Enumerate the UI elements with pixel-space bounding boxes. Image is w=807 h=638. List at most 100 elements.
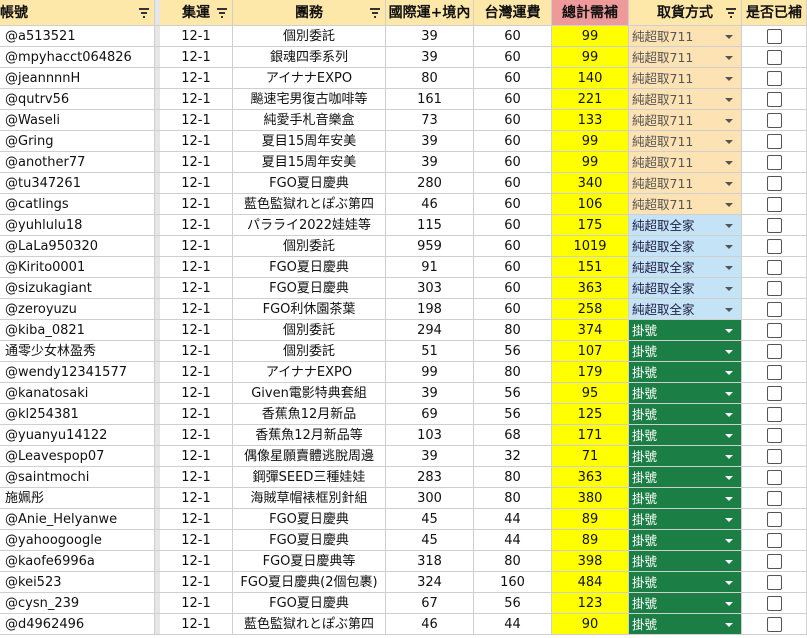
dropdown-arrow-icon[interactable]	[725, 560, 733, 564]
group-cell[interactable]: Given電影特典套組	[233, 383, 386, 404]
intl-fee-cell[interactable]: 303	[386, 278, 474, 299]
account-cell[interactable]: @Gring	[0, 131, 155, 152]
dropdown-arrow-icon[interactable]	[725, 539, 733, 543]
pickup-dropdown[interactable]: 掛號	[629, 551, 742, 572]
pickup-dropdown[interactable]: 純超取711	[629, 26, 742, 47]
total-cell[interactable]: 123	[552, 593, 629, 614]
group-cell[interactable]: 個別委託	[233, 26, 386, 47]
run-cell[interactable]: 12-1	[160, 215, 233, 236]
account-cell[interactable]: @wendy12341577	[0, 362, 155, 383]
intl-fee-cell[interactable]: 73	[386, 110, 474, 131]
tw-fee-cell[interactable]: 60	[474, 299, 552, 320]
done-checkbox[interactable]	[767, 281, 782, 296]
pickup-dropdown[interactable]: 純超取711	[629, 47, 742, 68]
group-cell[interactable]: FGO夏日慶典	[233, 530, 386, 551]
tw-fee-cell[interactable]: 56	[474, 404, 552, 425]
done-checkbox[interactable]	[767, 134, 782, 149]
run-cell[interactable]: 12-1	[160, 131, 233, 152]
group-cell[interactable]: 偶像星願賣體逃脫周邊	[233, 446, 386, 467]
pickup-dropdown[interactable]: 掛號	[629, 488, 742, 509]
pickup-dropdown[interactable]: 純超取全家	[629, 299, 742, 320]
dropdown-arrow-icon[interactable]	[725, 245, 733, 249]
done-checkbox[interactable]	[767, 596, 782, 611]
intl-fee-cell[interactable]: 324	[386, 572, 474, 593]
group-cell[interactable]: アイナナEXPO	[233, 362, 386, 383]
done-checkbox[interactable]	[767, 449, 782, 464]
dropdown-arrow-icon[interactable]	[725, 287, 733, 291]
done-checkbox[interactable]	[767, 29, 782, 44]
account-cell[interactable]: @kanatosaki	[0, 383, 155, 404]
pickup-dropdown[interactable]: 掛號	[629, 320, 742, 341]
run-cell[interactable]: 12-1	[160, 26, 233, 47]
filter-icon[interactable]	[217, 7, 227, 19]
run-cell[interactable]: 12-1	[160, 551, 233, 572]
group-cell[interactable]: 藍色監獄れとぽぶ第四	[233, 614, 386, 635]
group-cell[interactable]: 個別委託	[233, 341, 386, 362]
tw-fee-cell[interactable]: 80	[474, 488, 552, 509]
tw-fee-cell[interactable]: 80	[474, 467, 552, 488]
intl-fee-cell[interactable]: 46	[386, 614, 474, 635]
group-cell[interactable]: アイナナEXPO	[233, 68, 386, 89]
group-cell[interactable]: パラライ2022娃娃等	[233, 215, 386, 236]
total-cell[interactable]: 99	[552, 26, 629, 47]
tw-fee-cell[interactable]: 80	[474, 362, 552, 383]
pickup-dropdown[interactable]: 掛號	[629, 341, 742, 362]
group-cell[interactable]: 個別委託	[233, 236, 386, 257]
dropdown-arrow-icon[interactable]	[725, 161, 733, 165]
run-cell[interactable]: 12-1	[160, 572, 233, 593]
intl-fee-cell[interactable]: 99	[386, 362, 474, 383]
account-cell[interactable]: @yuanyu14122	[0, 425, 155, 446]
pickup-dropdown[interactable]: 純超取全家	[629, 278, 742, 299]
group-cell[interactable]: FGO夏日慶典(2個包裹)	[233, 572, 386, 593]
total-cell[interactable]: 151	[552, 257, 629, 278]
account-cell[interactable]: @a513521	[0, 26, 155, 47]
intl-fee-cell[interactable]: 39	[386, 47, 474, 68]
total-cell[interactable]: 99	[552, 131, 629, 152]
intl-fee-cell[interactable]: 318	[386, 551, 474, 572]
pickup-dropdown[interactable]: 純超取711	[629, 152, 742, 173]
done-checkbox[interactable]	[767, 302, 782, 317]
tw-fee-cell[interactable]: 160	[474, 572, 552, 593]
group-cell[interactable]: 個別委託	[233, 320, 386, 341]
pickup-dropdown[interactable]: 掛號	[629, 404, 742, 425]
total-cell[interactable]: 175	[552, 215, 629, 236]
group-cell[interactable]: 香蕉魚12月新品	[233, 404, 386, 425]
run-cell[interactable]: 12-1	[160, 173, 233, 194]
total-cell[interactable]: 106	[552, 194, 629, 215]
pickup-dropdown[interactable]: 純超取711	[629, 194, 742, 215]
account-cell[interactable]: @saintmochi	[0, 467, 155, 488]
tw-fee-cell[interactable]: 56	[474, 383, 552, 404]
group-cell[interactable]: FGO夏日慶典	[233, 278, 386, 299]
dropdown-arrow-icon[interactable]	[725, 455, 733, 459]
filter-icon[interactable]	[139, 7, 149, 19]
tw-fee-cell[interactable]: 60	[474, 278, 552, 299]
run-cell[interactable]: 12-1	[160, 278, 233, 299]
pickup-dropdown[interactable]: 掛號	[629, 446, 742, 467]
intl-fee-cell[interactable]: 51	[386, 341, 474, 362]
total-cell[interactable]: 258	[552, 299, 629, 320]
run-cell[interactable]: 12-1	[160, 614, 233, 635]
pickup-dropdown[interactable]: 純超取711	[629, 89, 742, 110]
dropdown-arrow-icon[interactable]	[725, 413, 733, 417]
dropdown-arrow-icon[interactable]	[725, 77, 733, 81]
tw-fee-cell[interactable]: 60	[474, 47, 552, 68]
run-cell[interactable]: 12-1	[160, 362, 233, 383]
account-cell[interactable]: @another77	[0, 152, 155, 173]
run-cell[interactable]: 12-1	[160, 320, 233, 341]
intl-fee-cell[interactable]: 39	[386, 152, 474, 173]
intl-fee-cell[interactable]: 300	[386, 488, 474, 509]
run-cell[interactable]: 12-1	[160, 593, 233, 614]
intl-fee-cell[interactable]: 294	[386, 320, 474, 341]
dropdown-arrow-icon[interactable]	[725, 518, 733, 522]
tw-fee-cell[interactable]: 56	[474, 593, 552, 614]
pickup-dropdown[interactable]: 掛號	[629, 572, 742, 593]
account-cell[interactable]: @kl254381	[0, 404, 155, 425]
done-checkbox[interactable]	[767, 386, 782, 401]
header-total[interactable]: 總計需補	[552, 0, 629, 26]
dropdown-arrow-icon[interactable]	[725, 623, 733, 627]
pickup-dropdown[interactable]: 純超取711	[629, 131, 742, 152]
tw-fee-cell[interactable]: 44	[474, 530, 552, 551]
tw-fee-cell[interactable]: 60	[474, 131, 552, 152]
total-cell[interactable]: 99	[552, 152, 629, 173]
tw-fee-cell[interactable]: 80	[474, 551, 552, 572]
